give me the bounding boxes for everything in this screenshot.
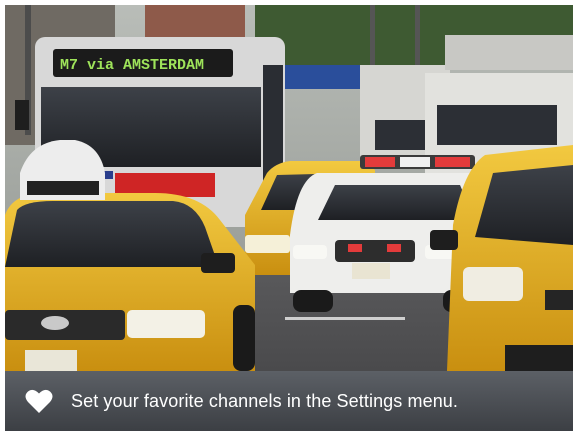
heart-icon <box>25 389 53 413</box>
svg-text:M7 via AMSTERDAM: M7 via AMSTERDAM <box>60 57 204 74</box>
tv-screen: M7 via AMSTERDAM Set your favorite chann… <box>5 5 573 431</box>
street-scene-image: M7 via AMSTERDAM <box>5 5 573 371</box>
banner-message: Set your favorite channels in the Settin… <box>71 390 459 411</box>
notification-banner: Set your favorite channels in the Settin… <box>5 371 573 431</box>
